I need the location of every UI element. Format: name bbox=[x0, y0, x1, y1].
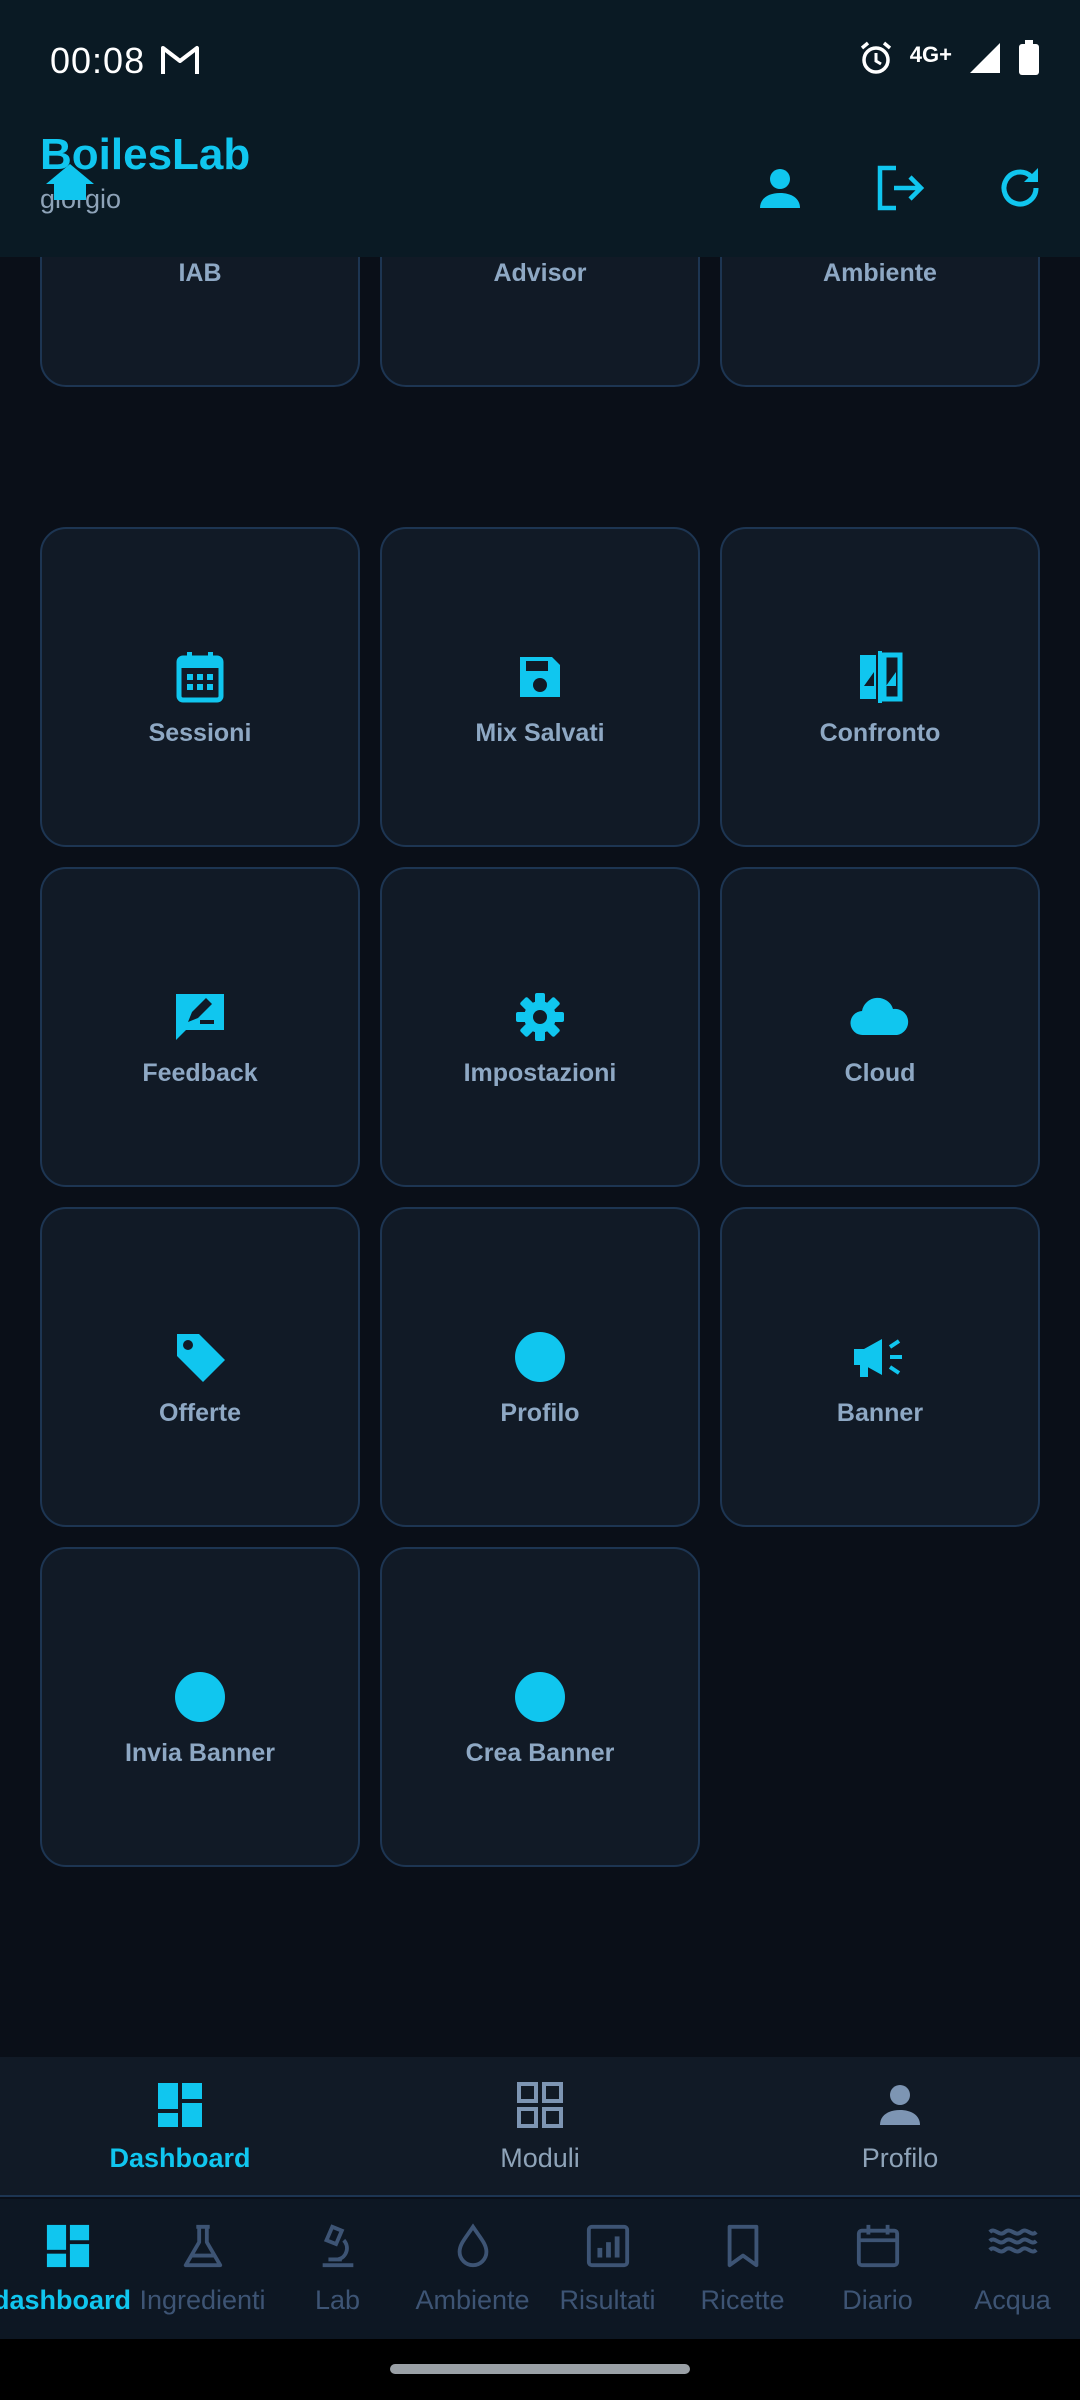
network-type: 4G+ bbox=[909, 41, 952, 67]
tile-ambiente[interactable]: Ambiente bbox=[720, 257, 1040, 387]
tile-label: Crea Banner bbox=[465, 1739, 615, 1767]
dashboard-icon bbox=[0, 2223, 135, 2275]
tile-label: Confronto bbox=[819, 719, 941, 747]
modules-grid: IAB Advisor Ambiente Sessioni Mix Salvat… bbox=[0, 257, 1080, 2057]
tab-dashboard[interactable]: tab_dashboard bbox=[0, 2199, 135, 2339]
gear-icon bbox=[382, 989, 698, 1045]
tab-acqua[interactable]: Acqua bbox=[945, 2199, 1080, 2339]
tile-label: Cloud bbox=[844, 1059, 916, 1087]
tile-cloud[interactable]: Cloud bbox=[720, 867, 1040, 1187]
home-icon[interactable] bbox=[44, 162, 96, 207]
tile-label: Impostazioni bbox=[463, 1059, 617, 1087]
tile-sessioni[interactable]: Sessioni bbox=[40, 527, 360, 847]
tile-label: Banner bbox=[836, 1399, 924, 1427]
secondary-navigation: tab_dashboard Ingredienti Lab Ambiente R… bbox=[0, 2199, 1080, 2339]
megaphone-icon bbox=[722, 1329, 1038, 1385]
nav-label: Moduli bbox=[500, 2143, 580, 2173]
tab-diario[interactable]: Diario bbox=[810, 2199, 945, 2339]
tile-invia-banner[interactable]: Invia Banner bbox=[40, 1547, 360, 1867]
tile-feedback[interactable]: Feedback bbox=[40, 867, 360, 1187]
microscope-icon bbox=[270, 2223, 405, 2275]
tab-lab[interactable]: Lab bbox=[270, 2199, 405, 2339]
tab-risultati[interactable]: Risultati bbox=[540, 2199, 675, 2339]
drop-icon bbox=[405, 2223, 540, 2275]
refresh-button[interactable] bbox=[990, 160, 1050, 220]
tab-ingredienti[interactable]: Ingredienti bbox=[135, 2199, 270, 2339]
tile-confronto[interactable]: Confronto bbox=[720, 527, 1040, 847]
tab-label: Lab bbox=[314, 2285, 361, 2315]
tile-label: Advisor bbox=[493, 259, 587, 287]
save-icon bbox=[382, 649, 698, 705]
refresh-icon bbox=[996, 164, 1044, 217]
tab-label: Ingredienti bbox=[139, 2285, 266, 2315]
cloud-icon bbox=[722, 989, 1038, 1045]
tile-label: Sessioni bbox=[148, 719, 252, 747]
feedback-icon bbox=[42, 989, 358, 1045]
tile-label: IAB bbox=[178, 259, 222, 287]
waves-icon bbox=[945, 2223, 1080, 2275]
primary-navigation: Dashboard Moduli Profilo bbox=[0, 2057, 1080, 2197]
tile-label: Feedback bbox=[142, 1059, 258, 1087]
tile-iab[interactable]: IAB bbox=[40, 257, 360, 387]
tab-label: Diario bbox=[842, 2285, 913, 2315]
logout-button[interactable] bbox=[870, 160, 930, 220]
grid-icon bbox=[360, 2081, 720, 2137]
circle-icon bbox=[382, 1329, 698, 1385]
tab-label: tab_dashboard bbox=[0, 2285, 131, 2315]
tile-label: Invia Banner bbox=[124, 1739, 276, 1767]
tab-label: Acqua bbox=[974, 2285, 1051, 2315]
bookmark-icon bbox=[675, 2223, 810, 2275]
nav-label: Profilo bbox=[861, 2143, 939, 2173]
tab-label: Ambiente bbox=[415, 2285, 530, 2315]
gesture-bar[interactable] bbox=[390, 2364, 690, 2374]
dashboard-icon bbox=[0, 2081, 360, 2137]
nav-dashboard[interactable]: Dashboard bbox=[0, 2057, 360, 2197]
calendar-icon bbox=[810, 2223, 945, 2275]
alarm-icon bbox=[858, 40, 894, 81]
tile-advisor[interactable]: Advisor bbox=[380, 257, 700, 387]
tile-impostazioni[interactable]: Impostazioni bbox=[380, 867, 700, 1187]
tile-label: Ambiente bbox=[823, 259, 937, 287]
circle-icon bbox=[382, 1669, 698, 1725]
tile-crea-banner[interactable]: Crea Banner bbox=[380, 1547, 700, 1867]
calendar-icon bbox=[42, 649, 358, 705]
person-icon bbox=[756, 164, 804, 217]
chart-icon bbox=[540, 2223, 675, 2275]
status-bar: 00:08 4G+ bbox=[0, 0, 1080, 125]
account-button[interactable] bbox=[750, 160, 810, 220]
person-icon bbox=[720, 2081, 1080, 2137]
nav-moduli[interactable]: Moduli bbox=[360, 2057, 720, 2197]
flask-icon bbox=[135, 2223, 270, 2275]
battery-icon bbox=[1018, 40, 1040, 81]
nav-profilo[interactable]: Profilo bbox=[720, 2057, 1080, 2197]
signal-icon bbox=[968, 41, 1002, 80]
tile-profilo[interactable]: Profilo bbox=[380, 1207, 700, 1527]
tab-ricette[interactable]: Ricette bbox=[675, 2199, 810, 2339]
tile-banner[interactable]: Banner bbox=[720, 1207, 1040, 1527]
tile-label: Offerte bbox=[159, 1399, 241, 1427]
gmail-icon bbox=[160, 44, 200, 81]
tile-offerte[interactable]: Offerte bbox=[40, 1207, 360, 1527]
tab-label: Ricette bbox=[700, 2285, 785, 2315]
logout-icon bbox=[874, 164, 926, 217]
tile-mix-salvati[interactable]: Mix Salvati bbox=[380, 527, 700, 847]
tab-ambiente[interactable]: Ambiente bbox=[405, 2199, 540, 2339]
tile-label: Profilo bbox=[500, 1399, 580, 1427]
compare-icon bbox=[722, 649, 1038, 705]
tag-icon bbox=[42, 1329, 358, 1385]
nav-label: Dashboard bbox=[109, 2143, 251, 2173]
tab-label: Risultati bbox=[559, 2285, 656, 2315]
tile-label: Mix Salvati bbox=[475, 719, 605, 747]
status-time: 00:08 bbox=[50, 40, 146, 81]
circle-icon bbox=[42, 1669, 358, 1725]
